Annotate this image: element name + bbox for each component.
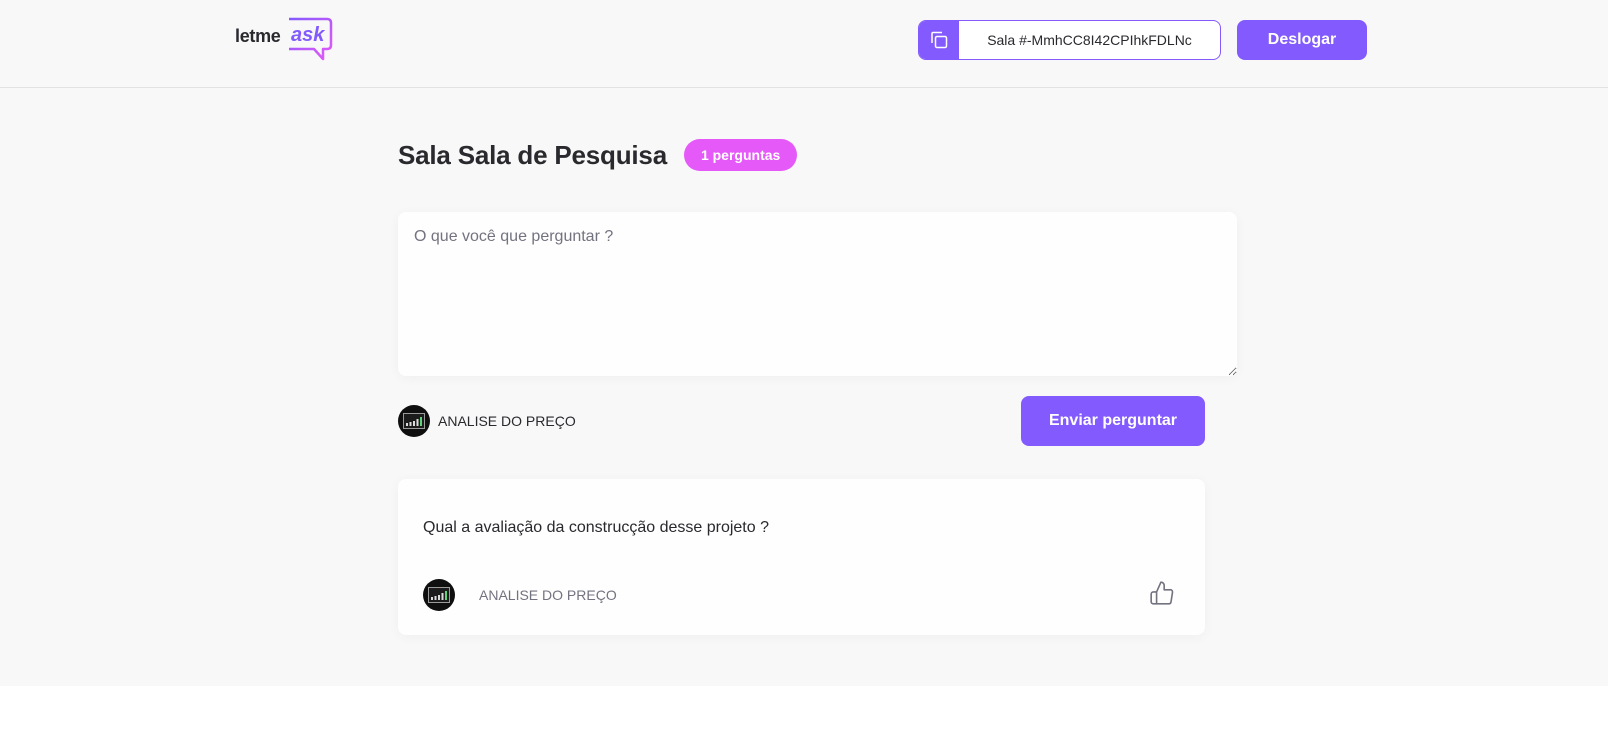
question-count-badge: 1 perguntas	[683, 139, 798, 171]
avatar-image	[403, 413, 425, 429]
room-code-button[interactable]: Sala #-MmhCC8I42CPIhkFDLNc	[918, 20, 1221, 60]
send-question-button[interactable]: Enviar perguntar	[1021, 396, 1205, 446]
room-title-row: Sala Sala de Pesquisa 1 perguntas	[398, 137, 798, 173]
question-author: ANALISE DO PREÇO	[423, 579, 617, 611]
page-header: letme ask Sala #-MmhCC8I42CPIhkFDLNc Des…	[0, 0, 1608, 88]
author-avatar	[423, 579, 455, 611]
logo-word-ask: ask	[291, 24, 325, 46]
user-avatar	[398, 405, 430, 437]
copy-icon[interactable]	[919, 21, 959, 59]
author-name: ANALISE DO PREÇO	[479, 587, 617, 603]
logout-button[interactable]: Deslogar	[1237, 20, 1367, 60]
current-user-name: ANALISE DO PREÇO	[438, 413, 576, 429]
letmeask-logo[interactable]: letme ask	[235, 17, 335, 63]
question-card: Qual a avaliação da construcção desse pr…	[398, 479, 1205, 635]
question-input[interactable]	[398, 212, 1237, 376]
app-background: letme ask Sala #-MmhCC8I42CPIhkFDLNc Des…	[0, 0, 1608, 686]
current-user-info: ANALISE DO PREÇO	[398, 405, 576, 437]
page-title: Sala Sala de Pesquisa	[398, 139, 667, 170]
room-code-text: Sala #-MmhCC8I42CPIhkFDLNc	[987, 32, 1192, 48]
like-button[interactable]	[1148, 580, 1176, 608]
question-content: Qual a avaliação da construcção desse pr…	[423, 519, 769, 536]
logo-word-letme: letme	[235, 26, 281, 46]
like-icon	[1150, 581, 1174, 605]
avatar-image	[428, 587, 450, 603]
